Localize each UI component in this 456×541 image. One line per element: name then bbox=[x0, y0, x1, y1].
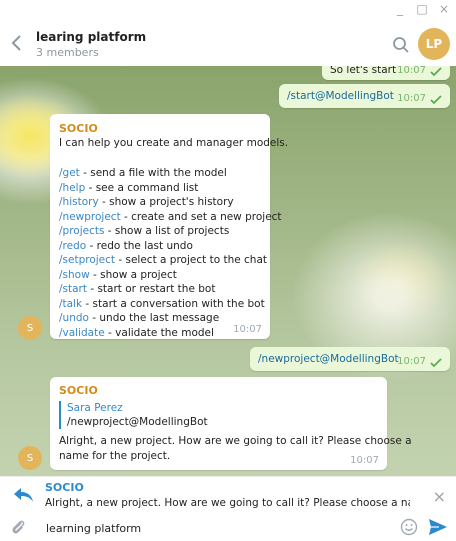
message-text: /start@ModellingBot bbox=[287, 90, 394, 102]
command-item: /setproject - select a project to the ch… bbox=[59, 254, 268, 266]
message-time: 10:07 bbox=[350, 455, 379, 466]
chat-header: learing platform 3 members LP bbox=[0, 22, 456, 67]
reply-arrow-icon bbox=[14, 488, 33, 502]
command-link[interactable]: /help bbox=[59, 182, 85, 194]
message-text: So let's start bbox=[330, 66, 397, 76]
command-link[interactable]: /history bbox=[59, 196, 99, 208]
chevron-left-icon[interactable] bbox=[10, 34, 24, 52]
close-window-icon[interactable]: × bbox=[438, 2, 450, 16]
minimize-icon[interactable]: _ bbox=[394, 2, 406, 16]
message-composer bbox=[0, 514, 456, 541]
chat-title[interactable]: learing platform bbox=[36, 30, 146, 44]
emoji-icon[interactable] bbox=[400, 518, 418, 536]
message-text: name for the project. bbox=[59, 450, 171, 462]
message-time: 10:07 bbox=[397, 356, 426, 367]
command-item: /projects - show a list of projects bbox=[59, 225, 230, 237]
command-link[interactable]: /get bbox=[59, 167, 80, 179]
command-item: /redo - redo the last undo bbox=[59, 239, 193, 252]
reply-sender: SOCIO bbox=[45, 481, 84, 494]
outgoing-message[interactable]: So let's start 10:07 bbox=[322, 66, 450, 80]
quoted-message[interactable]: Sara Perez /newproject@ModellingBot bbox=[59, 401, 208, 429]
reply-preview[interactable]: SOCIO Alright, a new project. How are we… bbox=[0, 476, 456, 515]
command-item: /show - show a project bbox=[59, 268, 177, 281]
chat-messages[interactable]: So let's start 10:07 /start@ModellingBot… bbox=[0, 66, 456, 476]
command-link[interactable]: /validate bbox=[59, 327, 105, 339]
command-link[interactable]: /undo bbox=[59, 312, 89, 324]
quoted-author: Sara Perez bbox=[67, 402, 123, 414]
window-titlebar: _ □ × bbox=[0, 0, 456, 22]
bot-avatar[interactable]: S bbox=[18, 446, 42, 470]
attach-icon[interactable] bbox=[10, 519, 26, 537]
read-check-icon bbox=[430, 95, 442, 105]
quoted-text: /newproject@ModellingBot bbox=[67, 416, 208, 428]
message-text: I can help you create and manager models… bbox=[59, 137, 289, 149]
incoming-message[interactable]: SOCIO Sara Perez /newproject@ModellingBo… bbox=[50, 377, 412, 470]
command-item: /start - start or restart the bot bbox=[59, 283, 216, 295]
reply-text: Alright, a new project. How are we going… bbox=[45, 497, 410, 509]
send-icon[interactable] bbox=[428, 518, 448, 536]
bot-avatar[interactable]: S bbox=[18, 316, 42, 340]
command-link[interactable]: /redo bbox=[59, 240, 86, 252]
group-avatar[interactable]: LP bbox=[418, 28, 450, 60]
outgoing-message[interactable]: /newproject@ModellingBot 10:07 bbox=[250, 347, 450, 371]
message-sender[interactable]: SOCIO bbox=[59, 384, 98, 397]
message-text: Alright, a new project. How are we going… bbox=[59, 435, 412, 447]
command-item: /newproject - create and set a new proje… bbox=[59, 210, 282, 223]
command-list: /get - send a file with the model /help … bbox=[59, 166, 282, 340]
incoming-message[interactable]: SOCIO I can help you create and manager … bbox=[50, 114, 288, 339]
message-sender[interactable]: SOCIO bbox=[59, 122, 98, 135]
search-icon[interactable] bbox=[392, 36, 410, 54]
members-count: 3 members bbox=[36, 46, 99, 59]
window-controls: _ □ × bbox=[394, 2, 450, 16]
message-time: 10:07 bbox=[397, 66, 426, 76]
command-link[interactable]: /setproject bbox=[59, 254, 115, 266]
command-item: /get - send a file with the model bbox=[59, 167, 227, 179]
maximize-icon[interactable]: □ bbox=[416, 2, 428, 16]
outgoing-message[interactable]: /start@ModellingBot 10:07 bbox=[279, 84, 450, 108]
command-link[interactable]: /show bbox=[59, 269, 90, 281]
command-link[interactable]: /start bbox=[59, 283, 87, 295]
message-time: 10:07 bbox=[233, 324, 262, 335]
command-link[interactable]: /talk bbox=[59, 298, 82, 310]
command-link[interactable]: /projects bbox=[59, 225, 104, 237]
command-item: /history - show a project's history bbox=[59, 196, 234, 208]
message-input[interactable] bbox=[44, 516, 378, 540]
message-time: 10:07 bbox=[397, 93, 426, 104]
message-text: /newproject@ModellingBot bbox=[258, 353, 399, 365]
read-check-icon bbox=[430, 67, 442, 77]
read-check-icon bbox=[430, 358, 442, 368]
command-link[interactable]: /newproject bbox=[59, 211, 121, 223]
command-item: /talk - start a conversation with the bo… bbox=[59, 297, 265, 310]
command-item: /help - see a command list bbox=[59, 181, 199, 194]
close-reply-icon[interactable]: × bbox=[433, 487, 446, 506]
